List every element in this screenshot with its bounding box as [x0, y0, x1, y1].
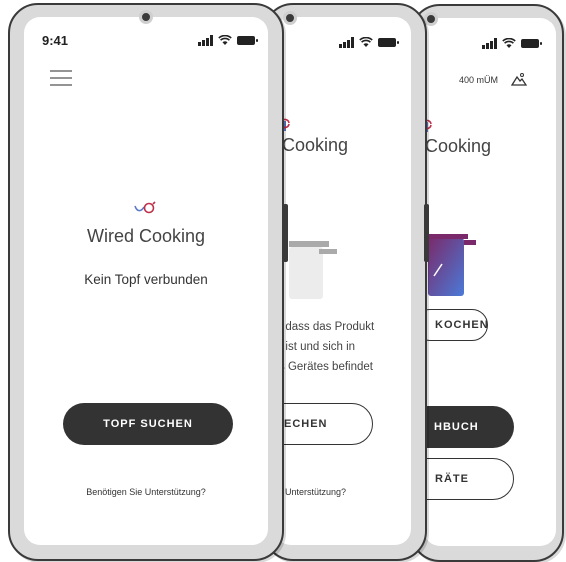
support-link[interactable]: Benötigen Sie Unterstützung?: [24, 487, 268, 497]
brand-title-partial: Cooking: [425, 136, 492, 156]
brand-logo-icon: [134, 201, 156, 214]
front-camera: [139, 10, 153, 24]
cookbook-button[interactable]: HBUCH: [424, 406, 514, 448]
wifi-icon: [501, 38, 516, 48]
wifi-icon: [358, 37, 373, 47]
support-link[interactable]: Unterstützung?: [285, 487, 346, 497]
phone-screen-front: 9:41 Wired Cooking Kein Topf verbunden T…: [24, 17, 268, 545]
battery-icon: [377, 38, 399, 47]
battery-icon: [520, 39, 542, 48]
instruction-text: , dass das Produkt t ist und sich in s G…: [279, 321, 375, 373]
side-button: [283, 204, 288, 262]
phone-screen-middle: Cooking , dass das Produkt t ist und sic…: [275, 17, 411, 545]
cook-button[interactable]: KOCHEN: [424, 309, 488, 341]
mountain-icon[interactable]: [511, 72, 527, 86]
status-time: 9:41: [42, 33, 69, 48]
pot-illustration-active: [428, 234, 476, 296]
phone-frame-middle: Cooking , dass das Produkt t ist und sic…: [263, 3, 427, 561]
brand-title: Wired Cooking: [86, 226, 206, 246]
devices-button[interactable]: RÄTE: [424, 458, 514, 500]
search-again-button[interactable]: ECHEN: [275, 403, 373, 445]
altitude-label: 400 mÜM: [459, 75, 499, 85]
phone-screen-back: 400 mÜM Cooking KOCHEN HBUCH RÄTE: [424, 18, 556, 546]
battery-icon: [236, 36, 258, 45]
phone-frame-front: 9:41 Wired Cooking Kein Topf verbunden T…: [8, 3, 284, 561]
wifi-icon: [217, 35, 232, 45]
signal-icon: [482, 38, 497, 49]
phone-frame-back: 400 mÜM Cooking KOCHEN HBUCH RÄTE: [410, 4, 564, 562]
signal-icon: [198, 35, 213, 46]
front-camera: [283, 11, 297, 25]
hamburger-menu-icon[interactable]: [50, 70, 72, 86]
connection-status: Kein Topf verbunden: [84, 272, 208, 287]
front-camera: [424, 12, 438, 26]
brand-logo-icon: [283, 118, 290, 131]
signal-icon: [339, 37, 354, 48]
side-button: [424, 204, 429, 262]
status-icons: [482, 38, 542, 49]
brand-logo-icon: [425, 119, 432, 132]
status-icons: [198, 35, 258, 46]
status-icons: [339, 37, 399, 48]
brand-title-partial: Cooking: [282, 135, 349, 155]
search-pot-button[interactable]: TOPF SUCHEN: [63, 403, 233, 445]
